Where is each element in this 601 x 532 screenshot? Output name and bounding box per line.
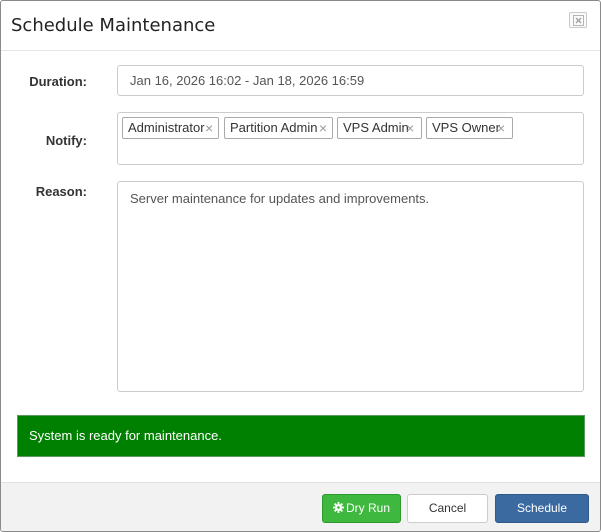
gear-icon (332, 502, 344, 514)
chip-remove-icon[interactable]: × (205, 118, 213, 138)
notify-chip-vps-owner: VPS Owner × (426, 117, 513, 139)
chip-label: VPS Owner (432, 120, 500, 135)
close-button[interactable] (569, 12, 587, 28)
reason-textarea[interactable]: Server maintenance for updates and impro… (117, 181, 584, 392)
reason-label: Reason: (35, 184, 87, 199)
chip-label: VPS Admin (343, 120, 409, 135)
close-icon (573, 15, 584, 26)
schedule-button[interactable]: Schedule (495, 494, 589, 523)
status-message: System is ready for maintenance. (29, 428, 222, 443)
dry-run-label: Dry Run (345, 501, 390, 515)
duration-input[interactable] (117, 65, 584, 96)
chip-remove-icon[interactable]: × (319, 118, 327, 138)
dialog-footer: Dry Run Cancel Schedule (1, 482, 600, 531)
cancel-button[interactable]: Cancel (407, 494, 488, 523)
status-banner: System is ready for maintenance. (17, 415, 585, 457)
duration-label: Duration: (29, 74, 87, 89)
dry-run-button[interactable]: Dry Run (322, 494, 401, 523)
chip-label: Administrator (128, 120, 205, 135)
chip-remove-icon[interactable]: × (406, 118, 414, 138)
dialog-header: Schedule Maintenance (1, 1, 600, 51)
notify-chip-administrator: Administrator × (122, 117, 219, 139)
notify-multiselect[interactable]: Administrator × Partition Admin × VPS Ad… (117, 112, 584, 165)
schedule-maintenance-dialog: Schedule Maintenance Duration: Notify: A… (0, 0, 601, 532)
chip-label: Partition Admin (230, 120, 318, 135)
notify-chip-vps-admin: VPS Admin × (337, 117, 422, 139)
dialog-title: Schedule Maintenance (11, 15, 216, 36)
notify-chip-partition-admin: Partition Admin × (224, 117, 333, 139)
chip-remove-icon[interactable]: × (497, 118, 505, 138)
notify-label: Notify: (45, 133, 87, 148)
